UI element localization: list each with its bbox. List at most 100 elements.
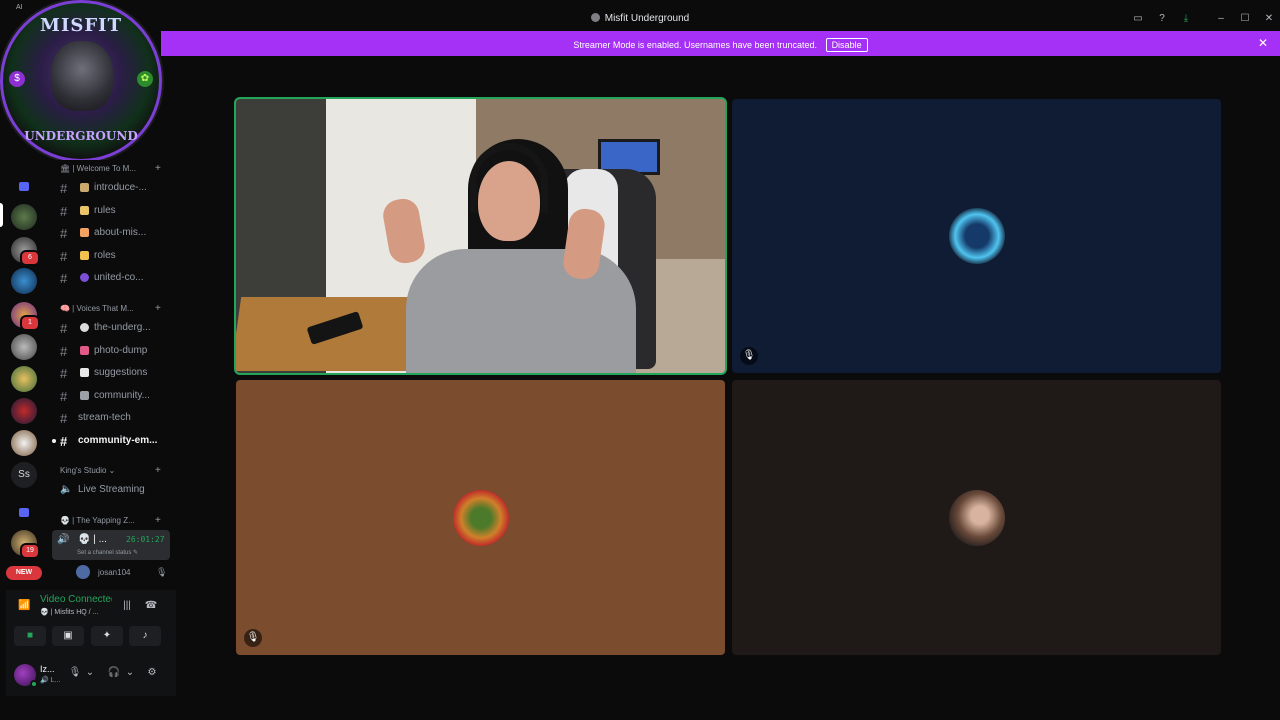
hash-icon: # — [60, 366, 68, 381]
folder-item[interactable] — [11, 174, 37, 200]
server-icon-5[interactable] — [11, 334, 37, 360]
server-icon-misfit[interactable] — [11, 204, 37, 230]
server-icon-4[interactable]: 1 — [11, 302, 40, 331]
server-icon-7[interactable] — [11, 398, 37, 424]
channel-introduce[interactable]: # introduce-... — [52, 178, 174, 198]
add-channel-icon[interactable]: + — [155, 303, 161, 314]
add-channel-icon[interactable]: + — [155, 465, 161, 476]
muted-mic-icon: 🎙 — [156, 567, 168, 577]
set-channel-status[interactable]: Set a channel status ✎ — [77, 549, 138, 556]
video-tile-webcam[interactable] — [236, 99, 725, 373]
soundboard-button[interactable]: ♪ — [129, 626, 161, 646]
hash-icon: # — [60, 411, 68, 426]
channel-stream-tech[interactable]: # stream-tech — [52, 408, 174, 428]
folder-icon — [19, 182, 29, 191]
unread-indicator — [52, 439, 56, 443]
avatar — [948, 208, 1005, 264]
activities-button[interactable]: ✦ — [91, 626, 123, 646]
channel-emoji-icon — [80, 391, 89, 400]
channel-emoji-icon — [80, 323, 89, 332]
logo-title: MISFIT — [40, 15, 122, 36]
voice-status[interactable]: Video Connected — [40, 594, 112, 605]
banner-message: Streamer Mode is enabled. Usernames have… — [573, 40, 818, 50]
server-logo: MISFIT $ ✿ UNDERGROUND — [0, 0, 162, 162]
server-icon-3[interactable] — [11, 268, 37, 294]
screen-share-button[interactable]: ▣ — [52, 626, 84, 646]
webcam-feed — [236, 99, 725, 373]
server-icon-6[interactable] — [11, 366, 37, 392]
channel-photo-dump[interactable]: # photo-dump — [52, 341, 174, 361]
speaker-icon: 🔊 — [57, 534, 70, 545]
download-icon[interactable]: ⤓ — [1179, 12, 1193, 26]
channel-emoji-icon — [80, 346, 89, 355]
server-icon-ss[interactable]: Ss — [11, 462, 37, 488]
video-tile-2[interactable]: 🎙 — [732, 99, 1221, 373]
channel-emoji-icon — [80, 251, 89, 260]
video-tile-4[interactable] — [732, 380, 1221, 655]
camera-button[interactable]: ■ — [14, 626, 46, 646]
hash-icon: # — [60, 204, 68, 219]
avatar — [452, 489, 509, 546]
add-channel-icon[interactable]: + — [155, 163, 161, 174]
server-icon-helm[interactable]: 19 — [11, 530, 40, 559]
signal-icon[interactable]: 📶 — [18, 600, 30, 611]
folder-item-2[interactable] — [11, 500, 37, 526]
category-voices[interactable]: 🧠 | Voices That M... + — [60, 303, 161, 314]
avatar — [948, 489, 1005, 546]
noise-suppression-icon[interactable]: ||| — [120, 600, 134, 614]
channel-roles[interactable]: # roles — [52, 246, 174, 266]
inbox-icon[interactable]: ▭ — [1131, 12, 1145, 26]
category-welcome[interactable]: 🏛 | Welcome To M... + — [60, 163, 161, 174]
video-tile-3[interactable]: 🎙 — [236, 380, 725, 655]
hash-icon: # — [60, 434, 68, 449]
leaf-icon: ✿ — [137, 71, 153, 87]
ai-label: AI — [16, 4, 23, 11]
active-voice-channel[interactable]: 🔊 💀 | ... 26:01:27 Set a channel status … — [52, 530, 170, 560]
help-icon[interactable]: ? — [1155, 12, 1169, 26]
username[interactable]: Iz... — [40, 664, 55, 674]
channel-emoji-icon — [80, 273, 89, 282]
voice-location[interactable]: 💀 | Misfits HQ / ... — [40, 608, 98, 616]
channel-emoji-icon — [80, 183, 89, 192]
disconnect-icon[interactable]: ☎ — [144, 600, 158, 614]
channel-united[interactable]: # united-co... — [52, 268, 174, 288]
hash-icon: # — [60, 226, 68, 241]
voice-channel-name: 💀 | ... — [78, 534, 107, 545]
server-icon-2[interactable]: 6 — [11, 237, 40, 266]
channel-the-underground[interactable]: # the-underg... — [52, 318, 174, 338]
microphone-icon[interactable]: 🎙 — [68, 667, 82, 681]
discord-window: Misfit Underground ▭ ? ⤓ – ☐ ✕ Streamer … — [0, 0, 1280, 720]
channel-community[interactable]: # community... — [52, 386, 174, 406]
server-icon-8[interactable] — [11, 430, 37, 456]
channel-about[interactable]: # about-mis... — [52, 223, 174, 243]
hash-icon: # — [60, 389, 68, 404]
channel-suggestions[interactable]: # suggestions — [52, 363, 174, 383]
muted-mic-icon: 🎙 — [244, 629, 262, 647]
channel-emoji-icon — [80, 206, 89, 215]
headphones-icon[interactable]: 🎧 — [107, 667, 121, 681]
muted-mic-icon: 🎙 — [740, 347, 758, 365]
channel-rules[interactable]: # rules — [52, 201, 174, 221]
window-title: Misfit Underground — [0, 13, 1280, 24]
disable-streamer-mode-button[interactable]: Disable — [825, 38, 868, 52]
hash-icon: # — [60, 321, 68, 336]
mention-badge: 19 — [20, 543, 40, 559]
settings-gear-icon[interactable]: ⚙ — [145, 667, 159, 681]
voice-member[interactable]: josan104 🎙 — [76, 565, 174, 581]
title-bar: Misfit Underground ▭ ? ⤓ – ☐ ✕ — [0, 9, 1280, 31]
voice-channel-live-streaming[interactable]: 🔈 Live Streaming — [52, 480, 174, 500]
hash-icon: # — [60, 181, 68, 196]
add-channel-icon[interactable]: + — [155, 515, 161, 526]
close-banner-icon[interactable]: ✕ — [1258, 36, 1268, 50]
raccoon-mascot-icon — [51, 41, 113, 111]
hash-icon: # — [60, 271, 68, 286]
category-yapping[interactable]: 💀 | The Yapping Z... + — [60, 515, 161, 526]
category-kings-studio[interactable]: King's Studio ⌄ + — [60, 465, 161, 476]
maximize-button[interactable]: ☐ — [1238, 12, 1252, 26]
hash-icon: # — [60, 344, 68, 359]
chevron-down-icon[interactable]: ⌄ — [123, 667, 137, 681]
chevron-down-icon[interactable]: ⌄ — [83, 667, 97, 681]
channel-community-em[interactable]: # community-em... — [52, 431, 174, 451]
minimize-button[interactable]: – — [1214, 12, 1228, 26]
close-window-button[interactable]: ✕ — [1262, 12, 1276, 26]
